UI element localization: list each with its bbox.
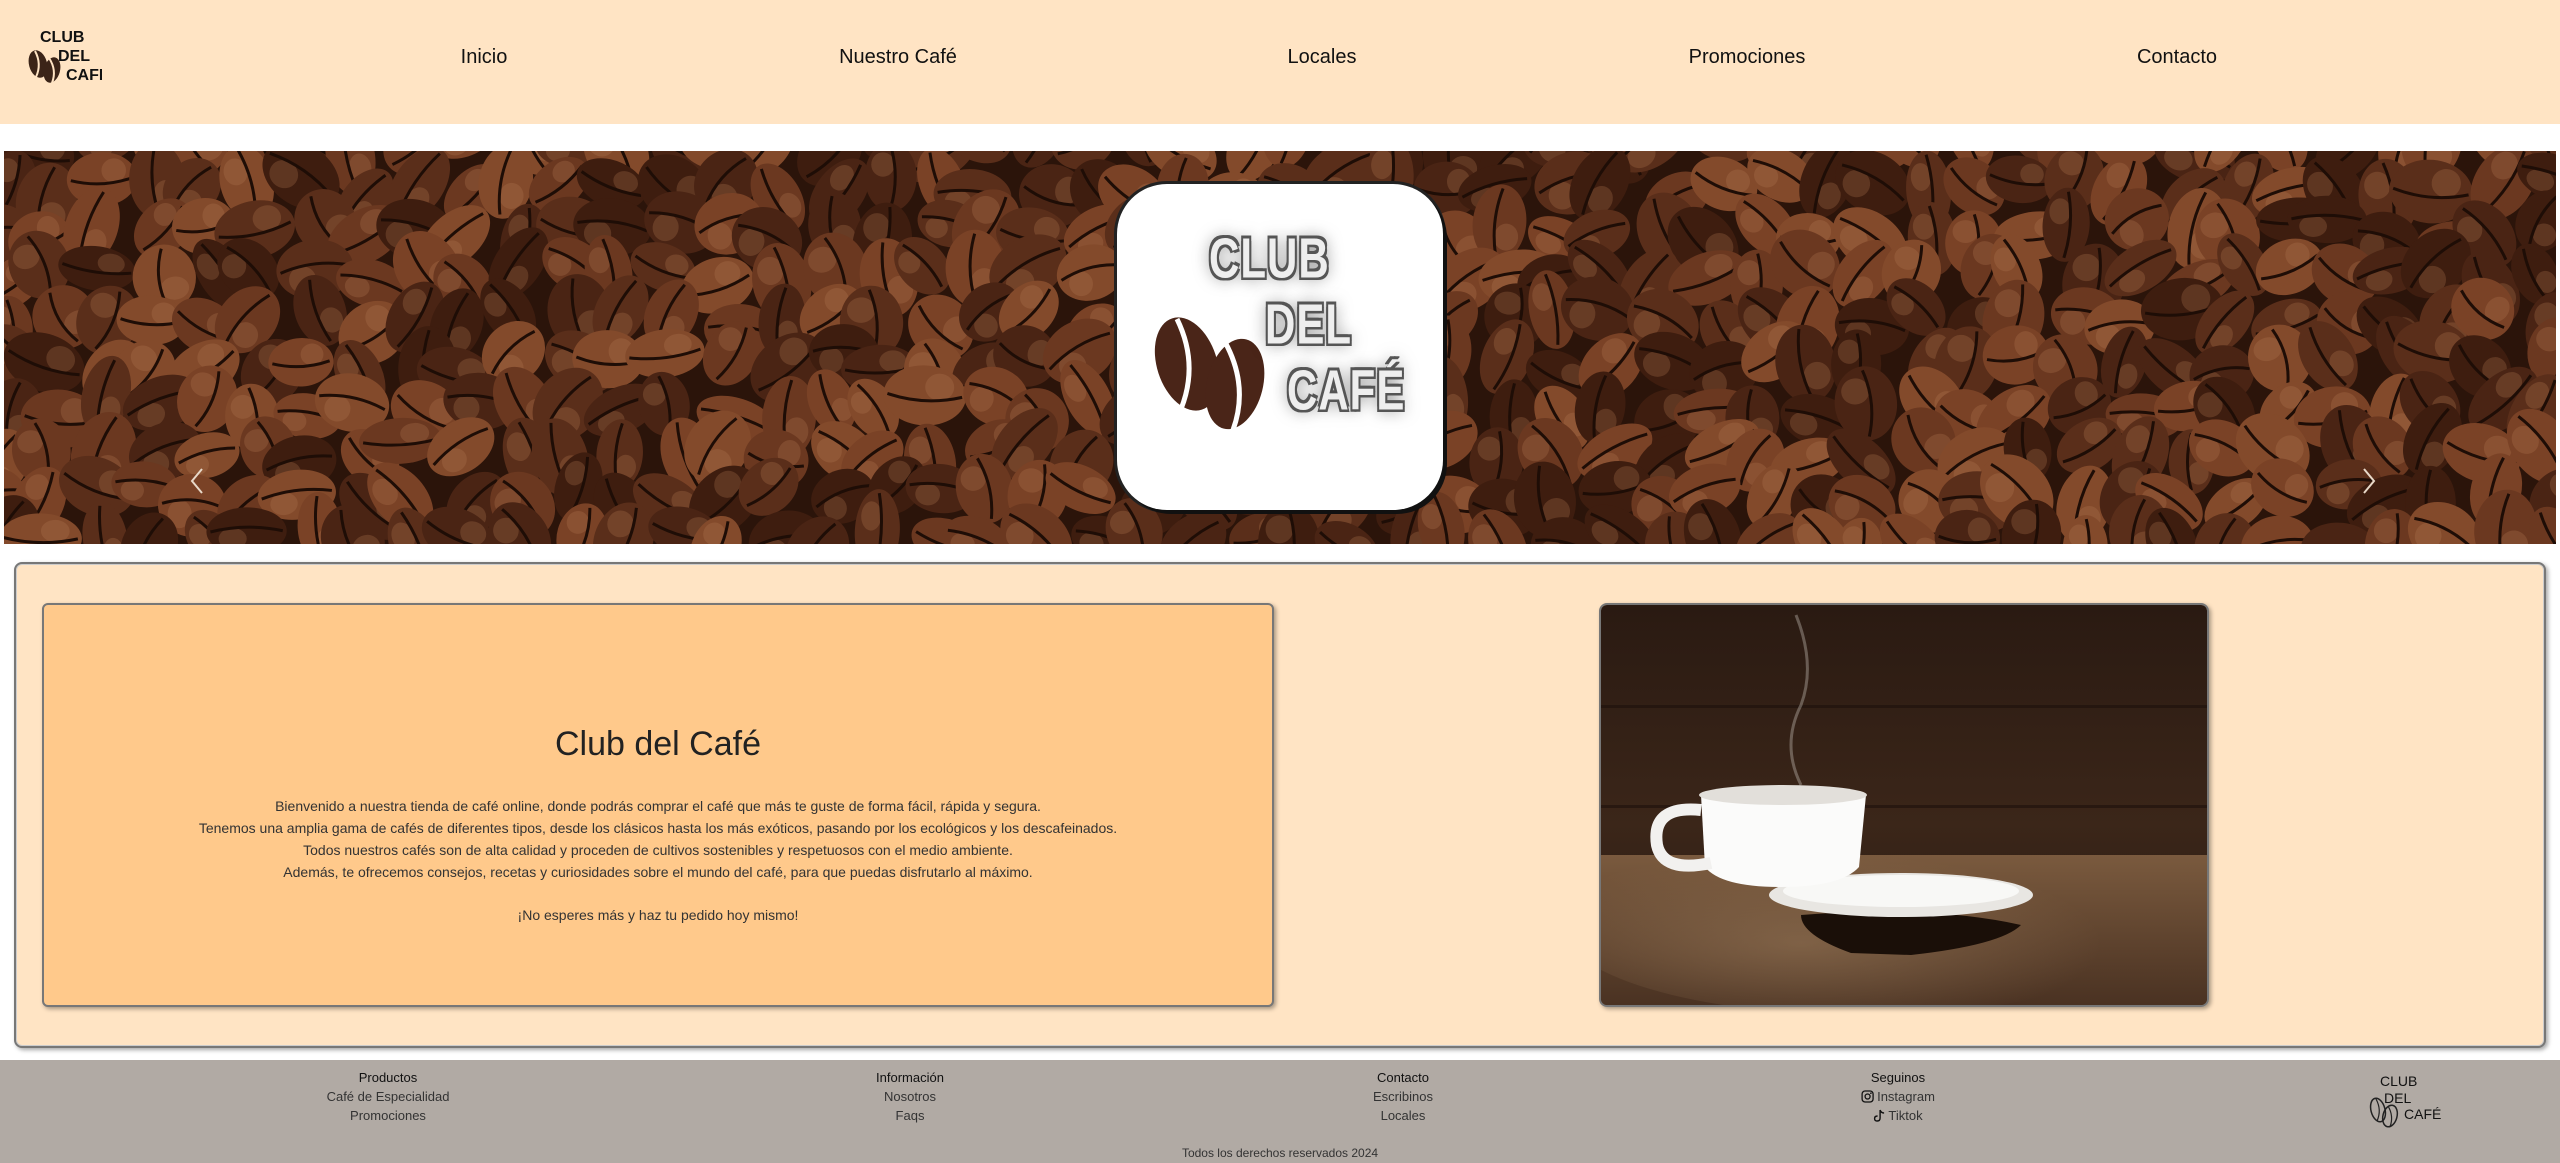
footer-link-locales[interactable]: Locales: [1373, 1106, 1433, 1125]
nav-locales[interactable]: Locales: [1288, 46, 1357, 69]
intro-title: Club del Café: [554, 725, 761, 763]
nav-promociones[interactable]: Promociones: [1689, 46, 1806, 69]
footer-link-label: Nosotros: [883, 1089, 937, 1104]
nav-logo-text-1: CLUB: [40, 29, 84, 46]
nav-nuestro-cafe[interactable]: Nuestro Café: [839, 46, 957, 69]
footer-logo-text-1: CLUB: [2380, 1073, 2417, 1089]
coffee-cup-illustration: [1601, 605, 2207, 1005]
footer-logo[interactable]: CLUB DEL CAFÉ: [2366, 1072, 2446, 1132]
footer-link-escribinos[interactable]: Escribinos: [1373, 1087, 1433, 1106]
footer-col-informacion: Información Nosotros Faqs: [876, 1068, 944, 1125]
footer-col-productos: Productos Café de Especialidad Promocion…: [327, 1068, 450, 1125]
footer-link-label: Locales: [1380, 1108, 1426, 1123]
footer-logo-text-3: CAFÉ: [2404, 1106, 2441, 1122]
intro-line: Bienvenido a nuestra tienda de café onli…: [275, 798, 1041, 814]
footer-link-label: Tiktok: [1888, 1108, 1923, 1123]
footer-link-nosotros[interactable]: Nosotros: [876, 1087, 944, 1106]
nav-contacto[interactable]: Contacto: [2137, 46, 2217, 69]
footer-copyright: Todos los derechos reservados 2024: [1181, 1146, 1379, 1160]
hero-logo-text-1: CLUB: [1209, 226, 1330, 290]
footer-col-seguinos: Seguinos Instagram Tiktok: [1861, 1068, 1935, 1125]
coffee-bean-icon: CLUB DEL CAFÉ: [2369, 1073, 2441, 1128]
navbar: CLUB DEL CAFÉ Inicio Nuestro Café Locale…: [0, 0, 2560, 124]
footer-heading: Seguinos: [1870, 1070, 1926, 1085]
footer-link-promociones[interactable]: Promociones: [327, 1106, 450, 1125]
footer-heading: Contacto: [1376, 1070, 1430, 1085]
footer-heading: Información: [876, 1070, 944, 1085]
footer-link-label: Faqs: [895, 1108, 925, 1123]
footer-link-label: Promociones: [350, 1108, 426, 1123]
hero-logo-text-3: CAFÉ: [1287, 358, 1406, 422]
tiktok-icon: [1874, 1109, 1885, 1122]
footer-link-label: Instagram: [1877, 1089, 1935, 1104]
carousel-prev-button[interactable]: [182, 461, 212, 501]
coffee-bean-icon: CLUB DEL CAFÉ: [28, 29, 110, 84]
chevron-left-icon: [190, 468, 203, 494]
nav-logo[interactable]: CLUB DEL CAFÉ: [22, 26, 110, 88]
intro-card: Club del Café Bienvenido a nuestra tiend…: [42, 603, 1274, 1007]
footer-heading: Productos: [358, 1070, 418, 1085]
footer-logo-text-2: DEL: [2384, 1090, 2411, 1106]
footer-link-label: Café de Especialidad: [326, 1089, 450, 1104]
intro-line: Además, te ofrecemos consejos, recetas y…: [283, 864, 1033, 880]
footer: Productos Café de Especialidad Promocion…: [0, 1060, 2560, 1163]
chevron-right-icon: [2363, 468, 2376, 494]
intro-cta: ¡No esperes más y haz tu pedido hoy mism…: [517, 907, 799, 923]
nav-logo-text-2: DEL: [58, 48, 90, 65]
footer-col-contacto: Contacto Escribinos Locales: [1373, 1068, 1433, 1125]
hero-logo-text-2: DEL: [1265, 292, 1352, 356]
nav-logo-text-3: CAFÉ: [66, 65, 102, 84]
nav-inicio[interactable]: Inicio: [461, 46, 508, 69]
footer-link-faqs[interactable]: Faqs: [876, 1106, 944, 1125]
coffee-cup-image: [1599, 603, 2209, 1007]
footer-link-instagram[interactable]: Instagram: [1861, 1087, 1935, 1106]
footer-link-label: Escribinos: [1373, 1089, 1433, 1104]
footer-link-cafe-especialidad[interactable]: Café de Especialidad: [327, 1087, 450, 1106]
intro-line: Todos nuestros cafés son de alta calidad…: [303, 842, 1013, 858]
carousel-next-button[interactable]: [2354, 461, 2384, 501]
hero-logo-card: CLUB DEL CAFÉ: [1117, 184, 1443, 510]
intro-line: Tenemos una amplia gama de cafés de dife…: [198, 820, 1118, 836]
footer-link-tiktok[interactable]: Tiktok: [1861, 1106, 1935, 1125]
instagram-icon: [1861, 1090, 1874, 1103]
